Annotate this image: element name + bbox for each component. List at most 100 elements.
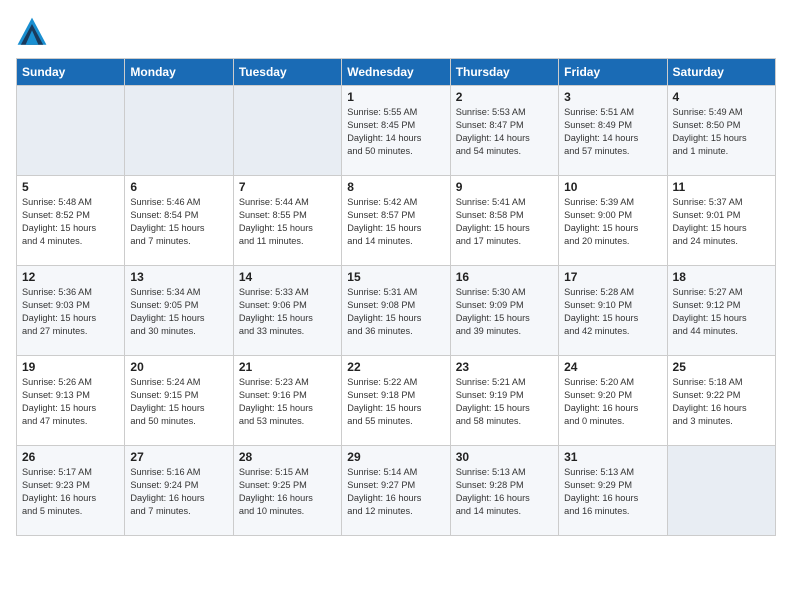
day-content: Sunrise: 5:28 AM Sunset: 9:10 PM Dayligh… — [564, 286, 661, 338]
day-number: 23 — [456, 360, 553, 374]
day-cell — [125, 86, 233, 176]
day-content: Sunrise: 5:17 AM Sunset: 9:23 PM Dayligh… — [22, 466, 119, 518]
day-content: Sunrise: 5:37 AM Sunset: 9:01 PM Dayligh… — [673, 196, 770, 248]
day-content: Sunrise: 5:51 AM Sunset: 8:49 PM Dayligh… — [564, 106, 661, 158]
header-cell-friday: Friday — [559, 59, 667, 86]
day-cell: 12 Sunrise: 5:36 AM Sunset: 9:03 PM Dayli… — [17, 266, 125, 356]
day-content: Sunrise: 5:23 AM Sunset: 9:16 PM Dayligh… — [239, 376, 336, 428]
header-cell-sunday: Sunday — [17, 59, 125, 86]
day-number: 6 — [130, 180, 227, 194]
day-number: 4 — [673, 90, 770, 104]
header-cell-wednesday: Wednesday — [342, 59, 450, 86]
day-content: Sunrise: 5:33 AM Sunset: 9:06 PM Dayligh… — [239, 286, 336, 338]
day-content: Sunrise: 5:49 AM Sunset: 8:50 PM Dayligh… — [673, 106, 770, 158]
day-cell: 19 Sunrise: 5:26 AM Sunset: 9:13 PM Dayli… — [17, 356, 125, 446]
day-cell: 16 Sunrise: 5:30 AM Sunset: 9:09 PM Dayli… — [450, 266, 558, 356]
day-content: Sunrise: 5:46 AM Sunset: 8:54 PM Dayligh… — [130, 196, 227, 248]
day-content: Sunrise: 5:34 AM Sunset: 9:05 PM Dayligh… — [130, 286, 227, 338]
day-cell: 10Sunrise: 5:39 AM Sunset: 9:00 PM Dayli… — [559, 176, 667, 266]
day-cell: 23Sunrise: 5:21 AM Sunset: 9:19 PM Dayli… — [450, 356, 558, 446]
day-cell: 18 Sunrise: 5:27 AM Sunset: 9:12 PM Dayli… — [667, 266, 775, 356]
week-row-4: 26 Sunrise: 5:17 AM Sunset: 9:23 PM Dayli… — [17, 446, 776, 536]
day-number: 15 — [347, 270, 444, 284]
day-number: 17 — [564, 270, 661, 284]
day-content: Sunrise: 5:41 AM Sunset: 8:58 PM Dayligh… — [456, 196, 553, 248]
day-content: Sunrise: 5:20 AM Sunset: 9:20 PM Dayligh… — [564, 376, 661, 428]
day-number: 24 — [564, 360, 661, 374]
day-content: Sunrise: 5:13 AM Sunset: 9:29 PM Dayligh… — [564, 466, 661, 518]
day-cell: 9Sunrise: 5:41 AM Sunset: 8:58 PM Daylig… — [450, 176, 558, 266]
day-content: Sunrise: 5:31 AM Sunset: 9:08 PM Dayligh… — [347, 286, 444, 338]
calendar-body: 1 Sunrise: 5:55 AM Sunset: 8:45 PM Daylig… — [17, 86, 776, 536]
day-number: 8 — [347, 180, 444, 194]
day-number: 10 — [564, 180, 661, 194]
day-number: 2 — [456, 90, 553, 104]
day-number: 19 — [22, 360, 119, 374]
week-row-1: 5 Sunrise: 5:48 AM Sunset: 8:52 PM Daylig… — [17, 176, 776, 266]
day-cell: 24 Sunrise: 5:20 AM Sunset: 9:20 PM Dayli… — [559, 356, 667, 446]
day-content: Sunrise: 5:30 AM Sunset: 9:09 PM Dayligh… — [456, 286, 553, 338]
day-number: 25 — [673, 360, 770, 374]
day-cell: 27 Sunrise: 5:16 AM Sunset: 9:24 PM Dayli… — [125, 446, 233, 536]
day-number: 12 — [22, 270, 119, 284]
day-cell: 29Sunrise: 5:14 AM Sunset: 9:27 PM Dayli… — [342, 446, 450, 536]
day-cell: 17 Sunrise: 5:28 AM Sunset: 9:10 PM Dayli… — [559, 266, 667, 356]
day-cell: 6 Sunrise: 5:46 AM Sunset: 8:54 PM Daylig… — [125, 176, 233, 266]
day-cell: 22Sunrise: 5:22 AM Sunset: 9:18 PM Dayli… — [342, 356, 450, 446]
day-cell: 28 Sunrise: 5:15 AM Sunset: 9:25 PM Dayli… — [233, 446, 341, 536]
day-number: 20 — [130, 360, 227, 374]
day-cell: 15 Sunrise: 5:31 AM Sunset: 9:08 PM Dayli… — [342, 266, 450, 356]
day-number: 1 — [347, 90, 444, 104]
day-content: Sunrise: 5:44 AM Sunset: 8:55 PM Dayligh… — [239, 196, 336, 248]
day-number: 5 — [22, 180, 119, 194]
day-cell: 20 Sunrise: 5:24 AM Sunset: 9:15 PM Dayli… — [125, 356, 233, 446]
day-content: Sunrise: 5:15 AM Sunset: 9:25 PM Dayligh… — [239, 466, 336, 518]
header-row: SundayMondayTuesdayWednesdayThursdayFrid… — [17, 59, 776, 86]
day-cell: 3 Sunrise: 5:51 AM Sunset: 8:49 PM Daylig… — [559, 86, 667, 176]
header-cell-saturday: Saturday — [667, 59, 775, 86]
day-number: 26 — [22, 450, 119, 464]
day-number: 11 — [673, 180, 770, 194]
header-cell-tuesday: Tuesday — [233, 59, 341, 86]
day-content: Sunrise: 5:24 AM Sunset: 9:15 PM Dayligh… — [130, 376, 227, 428]
header-cell-thursday: Thursday — [450, 59, 558, 86]
day-cell: 26 Sunrise: 5:17 AM Sunset: 9:23 PM Dayli… — [17, 446, 125, 536]
day-number: 21 — [239, 360, 336, 374]
day-content: Sunrise: 5:42 AM Sunset: 8:57 PM Dayligh… — [347, 196, 444, 248]
day-content: Sunrise: 5:55 AM Sunset: 8:45 PM Dayligh… — [347, 106, 444, 158]
day-cell: 30 Sunrise: 5:13 AM Sunset: 9:28 PM Dayli… — [450, 446, 558, 536]
day-cell: 11 Sunrise: 5:37 AM Sunset: 9:01 PM Dayli… — [667, 176, 775, 266]
logo — [16, 16, 52, 48]
day-cell: 1 Sunrise: 5:55 AM Sunset: 8:45 PM Daylig… — [342, 86, 450, 176]
day-number: 3 — [564, 90, 661, 104]
day-cell: 25Sunrise: 5:18 AM Sunset: 9:22 PM Dayli… — [667, 356, 775, 446]
day-number: 18 — [673, 270, 770, 284]
day-number: 22 — [347, 360, 444, 374]
logo-icon — [16, 16, 48, 48]
week-row-2: 12 Sunrise: 5:36 AM Sunset: 9:03 PM Dayli… — [17, 266, 776, 356]
day-content: Sunrise: 5:36 AM Sunset: 9:03 PM Dayligh… — [22, 286, 119, 338]
day-cell — [667, 446, 775, 536]
day-number: 14 — [239, 270, 336, 284]
day-content: Sunrise: 5:13 AM Sunset: 9:28 PM Dayligh… — [456, 466, 553, 518]
day-content: Sunrise: 5:26 AM Sunset: 9:13 PM Dayligh… — [22, 376, 119, 428]
header-cell-monday: Monday — [125, 59, 233, 86]
day-cell — [233, 86, 341, 176]
day-cell: 7Sunrise: 5:44 AM Sunset: 8:55 PM Daylig… — [233, 176, 341, 266]
day-cell: 8 Sunrise: 5:42 AM Sunset: 8:57 PM Daylig… — [342, 176, 450, 266]
day-content: Sunrise: 5:16 AM Sunset: 9:24 PM Dayligh… — [130, 466, 227, 518]
day-cell: 14 Sunrise: 5:33 AM Sunset: 9:06 PM Dayli… — [233, 266, 341, 356]
day-number: 16 — [456, 270, 553, 284]
day-cell — [17, 86, 125, 176]
day-cell: 4 Sunrise: 5:49 AM Sunset: 8:50 PM Daylig… — [667, 86, 775, 176]
day-number: 28 — [239, 450, 336, 464]
day-content: Sunrise: 5:48 AM Sunset: 8:52 PM Dayligh… — [22, 196, 119, 248]
week-row-0: 1 Sunrise: 5:55 AM Sunset: 8:45 PM Daylig… — [17, 86, 776, 176]
day-number: 29 — [347, 450, 444, 464]
day-number: 27 — [130, 450, 227, 464]
day-content: Sunrise: 5:27 AM Sunset: 9:12 PM Dayligh… — [673, 286, 770, 338]
day-number: 30 — [456, 450, 553, 464]
day-number: 31 — [564, 450, 661, 464]
page-header — [16, 16, 776, 48]
day-cell: 13Sunrise: 5:34 AM Sunset: 9:05 PM Dayli… — [125, 266, 233, 356]
